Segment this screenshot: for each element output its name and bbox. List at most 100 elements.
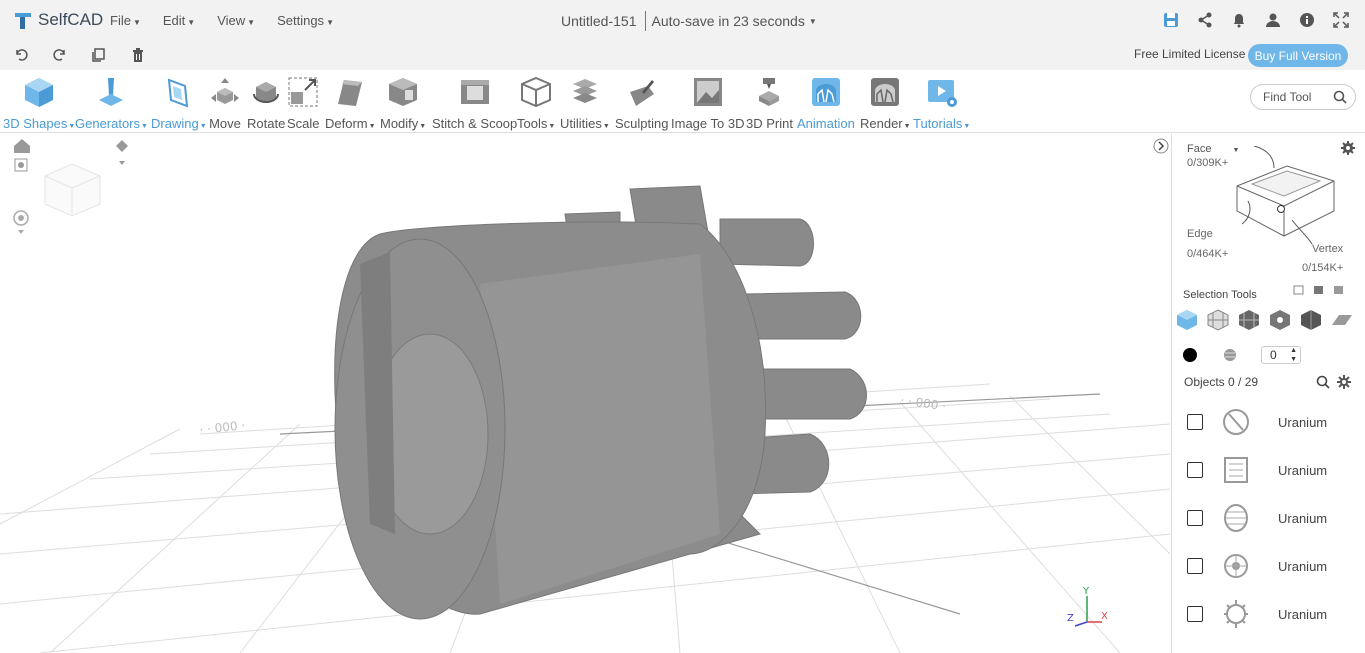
tool-tutorials[interactable]: Tutorials▼ bbox=[913, 76, 970, 131]
panel-settings-icon[interactable] bbox=[1341, 141, 1355, 160]
tool-sculpting[interactable]: Sculpting bbox=[615, 76, 668, 131]
tool-stitch-scoop[interactable]: Stitch & Scoop bbox=[432, 76, 517, 131]
select-through-icon[interactable] bbox=[1312, 284, 1326, 296]
selection-tools-row bbox=[1176, 309, 1362, 331]
save-icon[interactable] bbox=[1161, 10, 1181, 30]
tool-3d-print[interactable]: 3D Print bbox=[746, 76, 793, 131]
select-plane-tool-icon[interactable] bbox=[1331, 309, 1353, 331]
object-name: Uranium bbox=[1278, 558, 1328, 574]
scale-icon bbox=[287, 76, 319, 108]
collapse-panel-chevron-icon[interactable] bbox=[1153, 136, 1169, 156]
autosave-status[interactable]: Auto-save in 23 seconds bbox=[652, 13, 805, 29]
tool-tools[interactable]: Tools▼ bbox=[517, 76, 555, 131]
tool-deform-label: Deform bbox=[325, 116, 368, 131]
list-item[interactable]: Uranium bbox=[1187, 447, 1357, 493]
object-thumbnail bbox=[1224, 504, 1248, 532]
focus-view-icon[interactable] bbox=[14, 158, 28, 172]
search-icon[interactable] bbox=[1333, 90, 1347, 107]
tool-animation[interactable]: Animation bbox=[797, 76, 855, 131]
tool-deform[interactable]: Deform▼ bbox=[325, 76, 376, 131]
select-object-icon[interactable] bbox=[1332, 284, 1346, 296]
selection-tools-label: Selection Tools bbox=[1183, 289, 1257, 301]
list-item[interactable]: Uranium bbox=[1187, 543, 1357, 589]
tool-generators[interactable]: Generators▼ bbox=[75, 76, 148, 131]
object-checkbox[interactable] bbox=[1187, 462, 1203, 478]
3d-viewport[interactable]: · · 000 · · · 000 · Y X Z bbox=[0, 134, 1170, 653]
select-vertex-tool-icon[interactable] bbox=[1269, 309, 1291, 331]
object-checkbox[interactable] bbox=[1187, 558, 1203, 574]
scene-canvas[interactable]: · · 000 · · · 000 · Y X Z bbox=[0, 134, 1170, 653]
object-checkbox[interactable] bbox=[1187, 606, 1203, 622]
menu-view[interactable]: View ▼ bbox=[217, 13, 255, 28]
tool-sculpting-label: Sculpting bbox=[615, 116, 669, 131]
share-icon[interactable] bbox=[1195, 10, 1215, 30]
list-item[interactable]: Uranium bbox=[1187, 399, 1357, 445]
brush-size-input[interactable]: 0 ▲ ▼ bbox=[1261, 346, 1301, 364]
bell-icon[interactable] bbox=[1229, 10, 1249, 30]
tool-utilities[interactable]: Utilities▼ bbox=[560, 76, 610, 131]
find-tool-input[interactable]: Find Tool bbox=[1250, 84, 1356, 110]
menu-settings-label: Settings bbox=[277, 12, 325, 28]
projection-toggle-icon[interactable] bbox=[116, 140, 128, 165]
undo-icon[interactable] bbox=[12, 46, 30, 64]
axis-y-label: Y bbox=[1082, 586, 1090, 597]
select-face-tool-icon[interactable] bbox=[1207, 309, 1229, 331]
main-menu: File ▼ Edit ▼ View ▼ Settings ▼ bbox=[110, 13, 356, 28]
copy-icon[interactable] bbox=[90, 46, 108, 64]
camera-orbit-icon[interactable] bbox=[13, 210, 29, 234]
objects-settings-icon[interactable] bbox=[1337, 375, 1351, 394]
object-checkbox[interactable] bbox=[1187, 510, 1203, 526]
tool-3d-shapes[interactable]: 3D Shapes▼ bbox=[3, 76, 75, 131]
info-icon[interactable] bbox=[1297, 10, 1317, 30]
document-title[interactable]: Untitled-151 bbox=[561, 13, 637, 29]
tool-image-to-3d[interactable]: Image To 3D bbox=[671, 76, 744, 131]
object-thumbnail bbox=[1224, 554, 1248, 578]
tool-drawing[interactable]: Drawing▼ bbox=[151, 76, 207, 131]
menu-edit[interactable]: Edit ▼ bbox=[163, 13, 195, 28]
image-to-3d-icon bbox=[692, 76, 724, 108]
select-visible-icon[interactable] bbox=[1292, 284, 1306, 296]
menu-edit-label: Edit bbox=[162, 12, 186, 28]
redo-icon[interactable] bbox=[51, 46, 69, 64]
tool-move[interactable]: Move bbox=[209, 76, 241, 131]
vertex-count: 0/154K+ bbox=[1302, 262, 1344, 274]
modify-icon bbox=[387, 76, 419, 108]
stitch-scoop-icon bbox=[459, 76, 491, 108]
object-checkbox[interactable] bbox=[1187, 414, 1203, 430]
object-name: Uranium bbox=[1278, 414, 1328, 430]
fullscreen-icon[interactable] bbox=[1331, 10, 1351, 30]
edit-actions bbox=[12, 46, 168, 64]
tool-modify[interactable]: Modify▼ bbox=[380, 76, 426, 131]
menu-settings[interactable]: Settings ▼ bbox=[277, 13, 334, 28]
select-solid-tool-icon[interactable] bbox=[1300, 309, 1322, 331]
buy-full-version-button[interactable]: Buy Full Version bbox=[1248, 44, 1348, 67]
drawing-icon bbox=[163, 76, 195, 108]
tool-3d-print-label: 3D Print bbox=[746, 116, 793, 131]
selfcad-logo[interactable]: SelfCAD bbox=[12, 9, 103, 31]
select-edge-tool-icon[interactable] bbox=[1238, 309, 1260, 331]
tools-icon bbox=[520, 76, 552, 108]
tool-scale[interactable]: Scale bbox=[287, 76, 320, 131]
objects-search-icon[interactable] bbox=[1316, 375, 1330, 394]
rotate-icon bbox=[250, 76, 282, 108]
tool-stitch-scoop-label: Stitch & Scoop bbox=[432, 116, 518, 131]
tool-drawing-label: Drawing bbox=[151, 116, 199, 131]
list-item[interactable]: Uranium bbox=[1187, 495, 1357, 541]
color-swatch[interactable] bbox=[1183, 348, 1197, 362]
view-cube[interactable] bbox=[44, 163, 101, 217]
tool-rotate[interactable]: Rotate bbox=[247, 76, 285, 131]
tool-render-label: Render bbox=[860, 116, 903, 131]
tool-utilities-label: Utilities bbox=[560, 116, 602, 131]
select-object-tool-icon[interactable] bbox=[1176, 309, 1198, 331]
stepper-arrows-icon[interactable]: ▲ ▼ bbox=[1290, 346, 1297, 364]
list-item[interactable]: Uranium bbox=[1187, 591, 1357, 637]
menu-file[interactable]: File ▼ bbox=[110, 13, 141, 28]
secondary-bar: Free Limited License Buy Full Version bbox=[0, 40, 1365, 70]
delete-icon[interactable] bbox=[129, 46, 147, 64]
autosave-chevron-icon[interactable]: ▼ bbox=[809, 17, 817, 26]
user-icon[interactable] bbox=[1263, 10, 1283, 30]
tool-tools-label: Tools bbox=[517, 116, 548, 131]
brush-texture-icon[interactable] bbox=[1223, 348, 1237, 362]
tool-render[interactable]: Render▼ bbox=[860, 76, 911, 131]
home-view-icon[interactable] bbox=[14, 139, 30, 153]
